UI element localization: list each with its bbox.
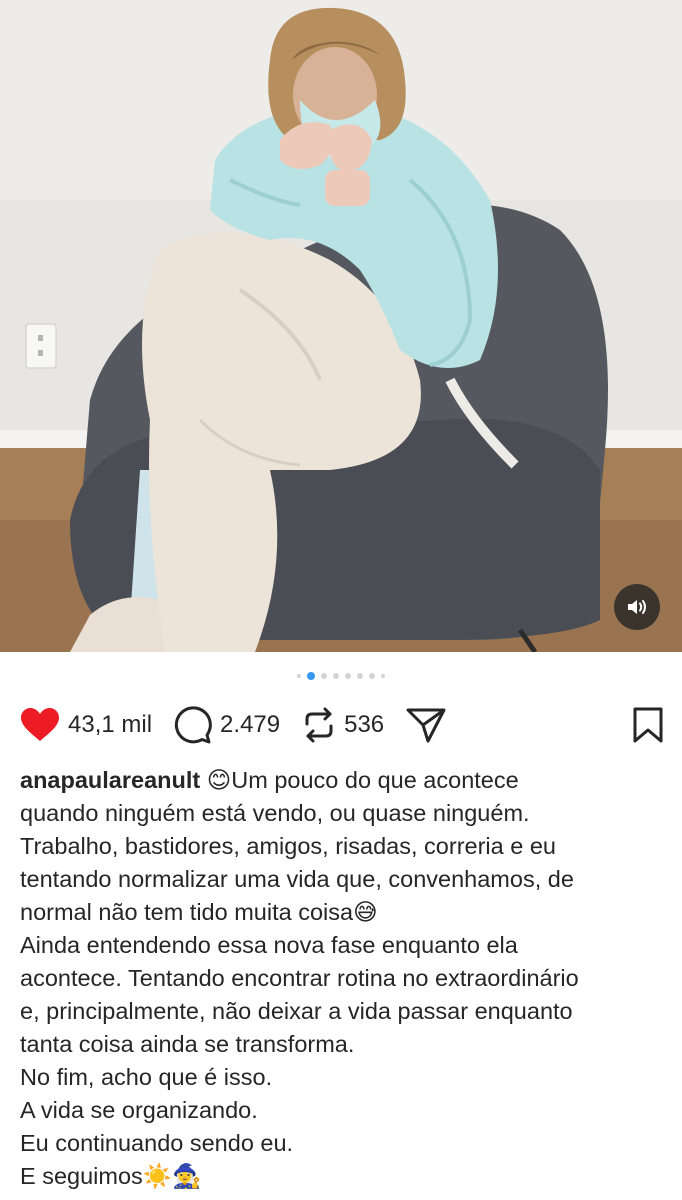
sound-toggle-button[interactable] xyxy=(614,584,660,630)
caption-line: No fim, acho que é isso. xyxy=(20,1064,273,1090)
repost-button[interactable]: 536 xyxy=(302,706,384,744)
like-button[interactable]: 43,1 mil xyxy=(20,707,152,743)
carousel-dot xyxy=(297,674,301,678)
caption-line: normal não tem tido muita coisa😅 xyxy=(20,899,378,925)
carousel-dot xyxy=(321,673,327,679)
username-link[interactable]: anapaulareanult xyxy=(20,767,200,793)
comment-button[interactable]: 2.479 xyxy=(174,706,280,744)
carousel-dot xyxy=(333,673,339,679)
post-media[interactable] xyxy=(0,0,682,652)
caption-line: tanta coisa ainda se transforma. xyxy=(20,1031,355,1057)
bookmark-button[interactable] xyxy=(632,707,664,743)
share-button[interactable] xyxy=(406,707,446,743)
repost-icon xyxy=(305,707,333,743)
carousel-dot xyxy=(369,673,375,679)
post-actions-bar: 43,1 mil 2.479 536 xyxy=(0,700,682,750)
caption-line: acontece. Tentando encontrar rotina no e… xyxy=(20,965,579,991)
caption-line: A vida se organizando. xyxy=(20,1097,258,1123)
caption-line: Eu continuando sendo eu. xyxy=(20,1130,294,1156)
comment-count: 2.479 xyxy=(220,711,281,738)
carousel-dot xyxy=(357,673,363,679)
bookmark-icon xyxy=(633,707,663,743)
heart-icon xyxy=(21,708,59,741)
caption-line: Ainda entendendo essa nova fase enquanto… xyxy=(20,932,518,958)
caption-line: quando ninguém está vendo, ou quase ning… xyxy=(20,800,530,826)
speaker-icon xyxy=(628,600,646,614)
repost-count: 536 xyxy=(344,711,385,738)
share-icon xyxy=(406,708,446,743)
caption-line: Trabalho, bastidores, amigos, risadas, c… xyxy=(20,833,556,859)
carousel-dot-active xyxy=(307,672,315,680)
caption-line: E seguimos☀️🧙‍♀️ xyxy=(20,1163,202,1189)
carousel-indicator xyxy=(0,652,682,700)
post-photo xyxy=(0,0,682,652)
caption-line: tentando normalizar uma vida que, conven… xyxy=(20,866,574,892)
carousel-dot xyxy=(381,674,385,678)
caption-text: 😊Um pouco do que acontece xyxy=(200,767,519,793)
like-count: 43,1 mil xyxy=(68,711,153,738)
post-caption: anapaulareanult 😊Um pouco do que acontec… xyxy=(0,750,682,1193)
comment-icon xyxy=(174,706,212,744)
carousel-dot xyxy=(345,673,351,679)
caption-first-line: anapaulareanult 😊Um pouco do que acontec… xyxy=(20,764,662,797)
caption-line: e, principalmente, não deixar a vida pas… xyxy=(20,998,573,1024)
